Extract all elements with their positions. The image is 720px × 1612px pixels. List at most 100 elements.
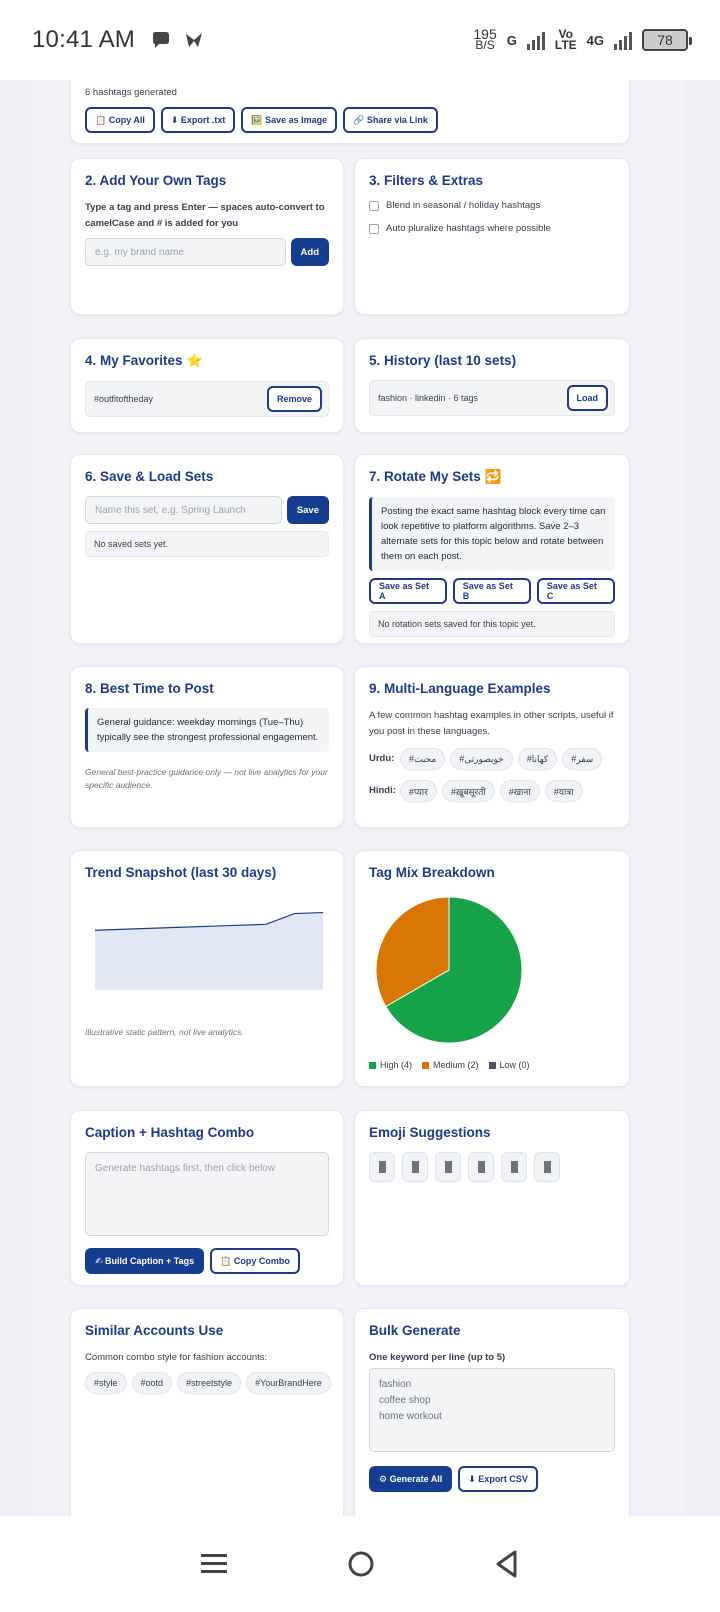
similar-tag[interactable]: #YourBrandHere <box>246 1372 331 1394</box>
battery-icon: 78 <box>642 29 692 51</box>
network-speed: 195 B/S <box>473 26 497 52</box>
history-card: 5. History (last 10 sets) fashion · link… <box>354 338 630 433</box>
saved-sets-empty: No saved sets yet. <box>85 531 329 557</box>
share-link-button[interactable]: 🔗 Share via Link <box>343 107 438 133</box>
rotate-note: Posting the exact same hashtag block eve… <box>369 497 615 571</box>
best-time-title: 8. Best Time to Post <box>85 681 214 696</box>
load-history-button[interactable]: Load <box>566 385 608 411</box>
urdu-tag[interactable]: #سفر <box>562 748 603 770</box>
pluralize-checkbox[interactable]: Auto pluralize hashtags where possible <box>369 223 615 234</box>
build-caption-button[interactable]: ✍ Build Caption + Tags <box>85 1248 205 1274</box>
emoji-button[interactable] <box>402 1152 428 1182</box>
trend-card: Trend Snapshot (last 30 days) Illustrati… <box>70 850 344 1087</box>
similar-tag[interactable]: #style <box>85 1372 127 1394</box>
favorite-item: #outfitoftheday Remove <box>85 381 329 417</box>
multi-language-desc: A few common hashtag examples in other s… <box>369 710 614 737</box>
similar-desc: Common combo style for fashion accounts: <box>85 1352 268 1363</box>
signal-icon-2 <box>614 30 632 50</box>
trend-area <box>95 912 323 990</box>
best-time-disclaimer: General best-practice guidance only — no… <box>85 767 328 790</box>
trend-chart <box>94 911 324 990</box>
bulk-label: One keyword per line (up to 5) <box>369 1352 506 1363</box>
set-name-input[interactable]: Name this set, e.g. Spring Launch <box>85 496 282 524</box>
hindi-tag[interactable]: #खाना <box>499 780 540 802</box>
best-time-card: 8. Best Time to Post General guidance: w… <box>70 666 344 828</box>
copy-combo-button[interactable]: 📋 Copy Combo <box>210 1248 300 1274</box>
tag-mix-legend: High (4) Medium (2) Low (0) <box>369 1060 615 1070</box>
export-txt-button[interactable]: ⬇ Export .txt <box>160 107 236 133</box>
favorites-card: 4. My Favorites ⭐ #outfitoftheday Remove <box>70 338 344 433</box>
similar-title: Similar Accounts Use <box>85 1323 224 1338</box>
menu-icon[interactable] <box>199 1551 229 1577</box>
save-sets-card: 6. Save & Load Sets Name this set, e.g. … <box>70 454 344 644</box>
urdu-tag[interactable]: #کھانا <box>517 748 558 770</box>
tag-mix-card: Tag Mix Breakdown High (4) Medium (2) Low … <box>354 850 630 1087</box>
urdu-tag[interactable]: #محبت <box>400 748 446 770</box>
save-sets-title: 6. Save & Load Sets <box>85 469 214 484</box>
add-tags-title: 2. Add Your Own Tags <box>85 173 227 188</box>
seasonal-checkbox[interactable]: Blend in seasonal / holiday hashtags <box>369 200 615 211</box>
copy-all-button[interactable]: 📋 Copy All <box>85 107 155 133</box>
hindi-tag[interactable]: #ख़ूबसूरती <box>441 780 495 802</box>
similar-tag[interactable]: #ootd <box>131 1372 173 1394</box>
missing-glyph-icon <box>477 1161 485 1173</box>
tag-input[interactable]: e.g. my brand name <box>85 238 286 266</box>
tag-mix-pie <box>375 896 523 1044</box>
add-tags-help: Type a tag and press Enter — spaces auto… <box>85 202 325 229</box>
favorites-title: 4. My Favorites ⭐ <box>85 353 204 368</box>
page-content: 6 hashtags generated 📋 Copy All ⬇ Export… <box>32 80 686 1516</box>
save-image-button[interactable]: 🖼️ Save as Image <box>241 107 338 133</box>
tag-mix-title: Tag Mix Breakdown <box>369 865 495 880</box>
remove-favorite-button[interactable]: Remove <box>266 386 322 412</box>
legend-item-high: High (4) <box>369 1060 412 1070</box>
network-4g: 4G <box>586 32 604 48</box>
save-set-button[interactable]: Save <box>286 496 329 524</box>
emoji-button[interactable] <box>369 1152 395 1182</box>
legend-item-medium: Medium (2) <box>422 1060 479 1070</box>
emoji-button[interactable] <box>468 1152 494 1182</box>
bulk-keywords-textarea[interactable]: fashion coffee shop home workout <box>369 1368 615 1452</box>
back-icon[interactable] <box>493 1549 521 1579</box>
network-type: G <box>506 32 517 48</box>
history-item: fashion · linkedin · 6 tags Load <box>369 380 615 416</box>
clock: 10:41 AM <box>32 26 136 53</box>
caption-title: Caption + Hashtag Combo <box>85 1125 255 1140</box>
filters-card: 3. Filters & Extras Blend in seasonal / … <box>354 158 630 315</box>
emoji-card: Emoji Suggestions <box>354 1110 630 1286</box>
emoji-button[interactable] <box>534 1152 560 1182</box>
multi-language-title: 9. Multi-Language Examples <box>369 681 551 696</box>
caption-textarea[interactable]: Generate hashtags first, then click belo… <box>85 1152 329 1236</box>
best-time-note: General guidance: weekday mornings (Tue–… <box>85 708 329 752</box>
hindi-tag[interactable]: #प्यार <box>400 780 437 802</box>
export-csv-button[interactable]: ⬇ Export CSV <box>458 1466 538 1492</box>
trend-title: Trend Snapshot (last 30 days) <box>85 865 277 880</box>
home-icon[interactable] <box>346 1549 376 1579</box>
system-navbar <box>0 1516 720 1612</box>
urdu-label: Urdu: <box>369 753 395 764</box>
rotate-title: 7. Rotate My Sets 🔁 <box>369 469 502 484</box>
rotate-card: 7. Rotate My Sets 🔁 Posting the exact sa… <box>354 454 630 644</box>
similar-card: Similar Accounts Use Common combo style … <box>70 1308 344 1516</box>
missing-glyph-icon <box>510 1161 518 1173</box>
save-set-b-button[interactable]: Save as Set B <box>452 578 531 604</box>
emoji-button[interactable] <box>435 1152 461 1182</box>
history-title: 5. History (last 10 sets) <box>369 353 517 368</box>
save-set-a-button[interactable]: Save as Set A <box>369 578 447 604</box>
emoji-button[interactable] <box>501 1152 527 1182</box>
add-tag-button[interactable]: Add <box>290 238 329 266</box>
generate-all-button[interactable]: ⚙ Generate All <box>369 1466 453 1492</box>
bulk-card: Bulk Generate One keyword per line (up t… <box>354 1308 630 1516</box>
hindi-label: Hindi: <box>369 785 396 796</box>
missing-glyph-icon <box>411 1161 419 1173</box>
save-set-c-button[interactable]: Save as Set C <box>536 578 615 604</box>
similar-tag[interactable]: #streetstyle <box>177 1372 242 1394</box>
results-card: 6 hashtags generated 📋 Copy All ⬇ Export… <box>70 80 630 144</box>
emoji-list <box>369 1152 615 1182</box>
urdu-tag[interactable]: #خوبصورتی <box>450 748 513 770</box>
legend-item-low: Low (0) <box>488 1060 530 1070</box>
hindi-tag[interactable]: #यात्रा <box>544 780 583 802</box>
status-bar: 10:41 AM 195 B/S G Vo LTE 4G 78 <box>0 0 720 80</box>
emoji-title: Emoji Suggestions <box>369 1125 491 1140</box>
missing-glyph-icon <box>378 1161 386 1173</box>
signal-icon <box>526 30 545 50</box>
